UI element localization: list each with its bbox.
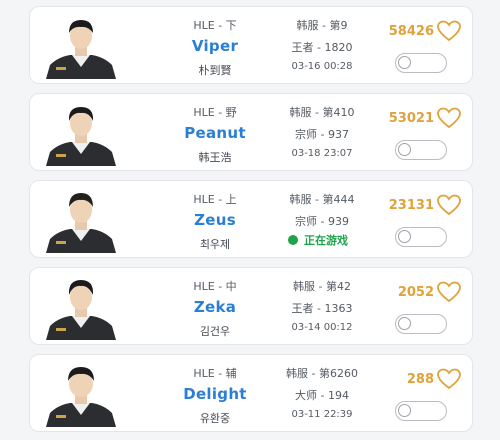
avatar — [42, 100, 120, 166]
player-name[interactable]: Zeus — [158, 211, 272, 229]
heart-outline-icon[interactable] — [436, 193, 462, 217]
last-online-time: 03-14 00:12 — [291, 322, 353, 333]
tier-points: 宗师 - 937 — [295, 128, 349, 141]
last-online-time: 03-18 23:07 — [291, 148, 353, 159]
heart-outline-icon[interactable] — [436, 367, 462, 391]
team-position: HLE - 野 — [193, 106, 237, 119]
player-list: HLE - 下 Viper 朴到賢 韩服 - 第9 王者 - 1820 03-1… — [0, 0, 500, 440]
toggle-knob — [398, 317, 411, 330]
player-card[interactable]: HLE - 野 Peanut 韩王浩 韩服 - 第410 宗师 - 937 03… — [29, 93, 473, 171]
last-online-time: 03-16 00:28 — [291, 61, 353, 72]
player-card[interactable]: HLE - 辅 Delight 유환중 韩服 - 第6260 大师 - 194 … — [29, 354, 473, 432]
notify-toggle[interactable] — [395, 401, 447, 421]
server-rank: 韩服 - 第444 — [289, 193, 355, 206]
fan-count: 58426 — [388, 24, 434, 39]
tier-points: 王者 - 1820 — [291, 41, 353, 54]
fan-count: 288 — [406, 372, 434, 387]
avatar — [42, 187, 120, 253]
player-realname: 朴到賢 — [198, 64, 232, 77]
team-position: HLE - 下 — [193, 19, 237, 32]
team-position: HLE - 中 — [193, 280, 237, 293]
server-rank: 韩服 - 第410 — [289, 106, 355, 119]
fan-count: 23131 — [388, 198, 434, 213]
toggle-knob — [398, 404, 411, 417]
live-status: 正在游戏 — [288, 233, 348, 247]
avatar — [42, 13, 120, 79]
player-card[interactable]: HLE - 上 Zeus 최우제 韩服 - 第444 宗师 - 939 正在游戏… — [29, 180, 473, 258]
heart-outline-icon[interactable] — [436, 106, 462, 130]
avatar — [42, 274, 120, 340]
tier-points: 大师 - 194 — [295, 389, 349, 402]
heart-outline-icon[interactable] — [436, 19, 462, 43]
toggle-knob — [398, 230, 411, 243]
player-realname: 최우제 — [199, 238, 231, 251]
toggle-knob — [398, 143, 411, 156]
fan-count: 2052 — [397, 285, 434, 300]
tier-points: 王者 - 1363 — [291, 302, 353, 315]
notify-toggle[interactable] — [395, 53, 447, 73]
team-position: HLE - 辅 — [193, 367, 237, 380]
notify-toggle[interactable] — [395, 314, 447, 334]
team-position: HLE - 上 — [193, 193, 237, 206]
server-rank: 韩服 - 第9 — [296, 19, 348, 32]
player-name[interactable]: Viper — [158, 37, 272, 55]
player-card[interactable]: HLE - 中 Zeka 김건우 韩服 - 第42 王者 - 1363 03-1… — [29, 267, 473, 345]
player-name[interactable]: Zeka — [158, 298, 272, 316]
tier-points: 宗师 - 939 — [295, 215, 349, 228]
last-online-time: 03-11 22:39 — [291, 409, 353, 420]
server-rank: 韩服 - 第6260 — [286, 367, 358, 380]
notify-toggle[interactable] — [395, 140, 447, 160]
avatar — [42, 361, 120, 427]
toggle-knob — [398, 56, 411, 69]
player-realname: 유환중 — [199, 412, 231, 425]
server-rank: 韩服 - 第42 — [293, 280, 351, 293]
player-realname: 김건우 — [199, 325, 231, 338]
fan-count: 53021 — [388, 111, 434, 126]
player-name[interactable]: Peanut — [158, 124, 272, 142]
heart-outline-icon[interactable] — [436, 280, 462, 304]
player-realname: 韩王浩 — [198, 151, 232, 164]
notify-toggle[interactable] — [395, 227, 447, 247]
player-name[interactable]: Delight — [158, 385, 272, 403]
live-status-label: 正在游戏 — [304, 234, 348, 247]
green-dot-icon — [288, 235, 298, 245]
player-card[interactable]: HLE - 下 Viper 朴到賢 韩服 - 第9 王者 - 1820 03-1… — [29, 6, 473, 84]
